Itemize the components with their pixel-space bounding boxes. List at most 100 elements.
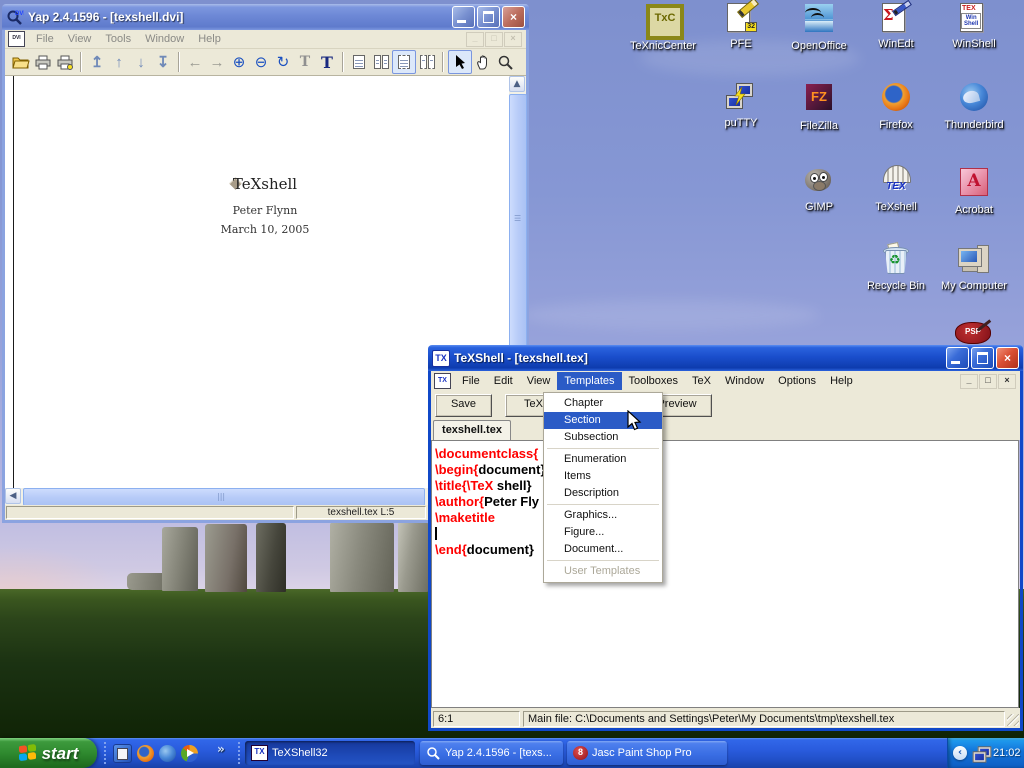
desktop-icon-firefox[interactable]: Firefox xyxy=(858,81,934,133)
menu-tools[interactable]: Tools xyxy=(98,33,138,45)
close-button[interactable]: × xyxy=(996,347,1019,369)
print-icon[interactable] xyxy=(32,51,54,73)
menu-item-description[interactable]: Description xyxy=(544,485,662,502)
magnifier-tool-icon[interactable] xyxy=(494,51,516,73)
desktop-icon-acrobat[interactable]: A Acrobat xyxy=(936,165,1012,218)
menu-item-enumeration[interactable]: Enumeration xyxy=(544,451,662,468)
desktop-icon-texshell[interactable]: TEX TeXshell xyxy=(858,165,934,215)
thunderbird-quicklaunch-icon[interactable] xyxy=(159,745,176,762)
facing-pages-view-icon[interactable] xyxy=(370,51,392,73)
menu-tex[interactable]: TeX xyxy=(685,372,718,390)
zoom-out-icon[interactable]: ⊖ xyxy=(250,51,272,73)
task-button-texshell32[interactable]: TX TeXShell32 xyxy=(245,741,415,765)
menu-item-user-templates[interactable]: User Templates xyxy=(544,563,662,580)
texshell-titlebar[interactable]: TX TeXShell - [texshell.tex] × xyxy=(428,345,1023,371)
maximize-button[interactable] xyxy=(971,347,994,369)
back-icon[interactable]: ← xyxy=(184,51,206,73)
mdi-restore-icon[interactable]: □ xyxy=(979,374,997,389)
text-mode-icon[interactable]: T xyxy=(316,51,338,73)
menu-item-figure[interactable]: Figure... xyxy=(544,524,662,541)
pan-hand-icon[interactable] xyxy=(472,51,494,73)
network-status-icon[interactable] xyxy=(971,745,989,761)
maximize-button[interactable] xyxy=(477,6,500,28)
scroll-left-icon[interactable]: ◀ xyxy=(5,488,21,504)
tex-editor[interactable]: \documentclass{ \begin{document} \title{… xyxy=(431,440,1019,708)
tex-document-icon[interactable]: TX xyxy=(434,373,451,389)
scroll-up-icon[interactable]: ▲ xyxy=(509,76,525,92)
menu-item-document[interactable]: Document... xyxy=(544,541,662,558)
menu-item-section[interactable]: Section xyxy=(544,412,662,429)
next-page-icon[interactable]: ↓ xyxy=(130,51,152,73)
text-ruler-icon[interactable]: T xyxy=(294,51,316,73)
print-range-icon[interactable] xyxy=(54,51,76,73)
horizontal-scroll-thumb[interactable]: ||| xyxy=(23,488,425,506)
continuous-view-icon[interactable] xyxy=(392,50,416,74)
single-page-view-icon[interactable] xyxy=(348,51,370,73)
desktop-icon-filezilla[interactable]: FZ FileZilla xyxy=(781,81,857,134)
start-button[interactable]: start xyxy=(0,738,97,768)
menu-view[interactable]: View xyxy=(520,372,558,390)
desktop-icon-winedt[interactable]: Σ WinEdt xyxy=(858,2,934,52)
mdi-close-icon: × xyxy=(504,32,522,47)
menu-file[interactable]: File xyxy=(455,372,487,390)
desktop-icon-winshell[interactable]: TEX WinShell WinShell xyxy=(936,2,1012,52)
thunderbird-icon xyxy=(960,83,988,111)
desktop-icon-my-computer[interactable]: My Computer xyxy=(936,244,1012,294)
minimize-button[interactable] xyxy=(452,6,475,28)
firefox-quicklaunch-icon[interactable] xyxy=(137,745,154,762)
task-button-paintshoppro[interactable]: 8 Jasc Paint Shop Pro xyxy=(567,741,727,765)
texniccenter-icon: TxC xyxy=(646,4,684,40)
refresh-icon[interactable]: ↻ xyxy=(272,51,294,73)
menu-item-chapter[interactable]: Chapter xyxy=(544,395,662,412)
minimize-button[interactable] xyxy=(946,347,969,369)
tab-texshell-tex[interactable]: texshell.tex xyxy=(433,420,511,441)
desktop-icon-recycle-bin[interactable]: ♻ Recycle Bin xyxy=(858,244,934,294)
resize-grip[interactable] xyxy=(1007,714,1019,726)
menu-window[interactable]: Window xyxy=(718,372,771,390)
continuous-facing-view-icon[interactable] xyxy=(416,51,438,73)
menu-help[interactable]: Help xyxy=(823,372,860,390)
task-button-yap[interactable]: Yap 2.4.1596 - [texs... xyxy=(420,741,563,765)
previous-page-icon[interactable]: ↑ xyxy=(108,51,130,73)
select-tool-icon[interactable] xyxy=(448,50,472,74)
menu-item-items[interactable]: Items xyxy=(544,468,662,485)
desktop-icon-openoffice[interactable]: OpenOffice xyxy=(781,2,857,54)
menu-item-subsection[interactable]: Subsection xyxy=(544,429,662,446)
first-page-icon[interactable]: ↥ xyxy=(86,51,108,73)
show-desktop-icon[interactable] xyxy=(113,744,132,763)
desktop-icon-putty[interactable]: puTTY xyxy=(703,81,779,131)
menu-item-graphics[interactable]: Graphics... xyxy=(544,507,662,524)
tray-collapse-chevron[interactable]: ‹ xyxy=(953,746,967,760)
save-button[interactable]: Save xyxy=(435,394,492,417)
toolbar-separator xyxy=(178,52,180,72)
icon-label: WinEdt xyxy=(878,38,913,50)
menu-toolboxes[interactable]: Toolboxes xyxy=(622,372,686,390)
menu-templates[interactable]: Templates xyxy=(557,372,621,390)
desktop-icon-gimp[interactable]: GIMP xyxy=(781,165,857,215)
desktop-icon-texniccenter[interactable]: TxC TeXnicCenter xyxy=(625,2,701,54)
dvi-document-icon[interactable]: DVI xyxy=(8,31,25,47)
mdi-close-icon[interactable]: × xyxy=(998,374,1016,389)
close-button[interactable]: × xyxy=(502,6,525,28)
last-page-icon[interactable]: ↧ xyxy=(152,51,174,73)
menu-file[interactable]: File xyxy=(29,33,61,45)
zoom-in-icon[interactable]: ⊕ xyxy=(228,51,250,73)
open-file-icon[interactable] xyxy=(10,51,32,73)
vertical-scroll-thumb[interactable]: ☰ xyxy=(509,94,527,351)
menu-view[interactable]: View xyxy=(61,33,99,45)
icon-label: Thunderbird xyxy=(944,119,1003,131)
text-caret xyxy=(435,527,437,540)
media-player-quicklaunch-icon[interactable] xyxy=(181,745,198,762)
menu-window[interactable]: Window xyxy=(138,33,191,45)
menu-help[interactable]: Help xyxy=(191,33,228,45)
forward-icon[interactable]: → xyxy=(206,51,228,73)
yap-titlebar[interactable]: DVI Yap 2.4.1596 - [texshell.dvi] × xyxy=(2,4,529,30)
quick-launch-overflow-chevron[interactable]: » xyxy=(217,743,225,755)
mdi-minimize-icon[interactable]: _ xyxy=(960,374,978,389)
menu-options[interactable]: Options xyxy=(771,372,823,390)
desktop-icon-paintshoppro[interactable]: PSP xyxy=(953,322,993,346)
desktop-icon-thunderbird[interactable]: Thunderbird xyxy=(936,81,1012,133)
editor-line xyxy=(435,526,1018,542)
desktop-icon-pfe[interactable]: 32 PFE xyxy=(703,2,779,52)
menu-edit[interactable]: Edit xyxy=(487,372,520,390)
